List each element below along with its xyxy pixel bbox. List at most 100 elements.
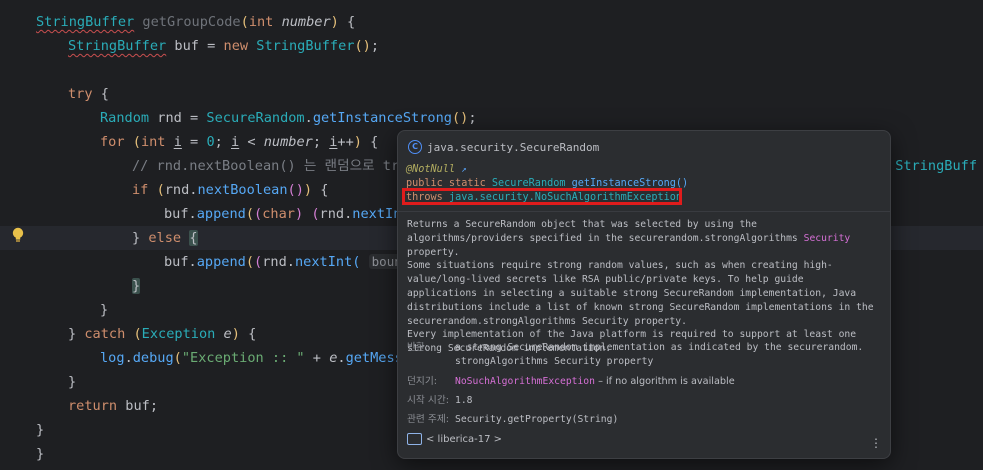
code-token: int [248,14,274,30]
code-token: ; [214,134,231,150]
code-token: number [263,134,313,150]
code-token: } [132,230,149,246]
code-token: getInstanceStrong [312,110,452,126]
code-token: char [262,206,295,222]
jdk-indicator[interactable]: < liberica-17 > [407,433,502,445]
code-token: ( [254,206,263,222]
code-token: rnd. [164,182,198,198]
code-token: i [231,134,240,150]
code-token: ( [132,134,141,150]
code-token: . [304,110,313,126]
doc-paragraph-1: Returns a SecureRandom object that was s… [407,219,851,258]
since-value: 1.8 [455,395,473,406]
code-token: new [223,38,249,54]
code-line[interactable] [0,58,36,82]
code-token: + [304,350,330,366]
code-token: rnd. [262,254,295,270]
code-token: Random [100,110,150,126]
code-line[interactable]: StringBuffer buf = new StringBuffer(); [0,34,379,58]
code-token: ; [312,134,330,150]
code-line[interactable]: StringBuffer getGroupCode(int number) { [0,10,355,34]
code-line[interactable]: buf.append((rnd.nextInt( boun [0,250,405,274]
code-line[interactable]: // rnd.nextBoolean() 는 랜덤으로 tru [0,154,407,178]
external-link-icon[interactable]: ↗ [461,165,466,175]
code-line[interactable]: } else { [0,226,198,250]
code-line[interactable]: try { [0,82,109,106]
code-line[interactable]: } catch (Exception e) { [0,322,256,346]
code-token: = [181,134,207,150]
code-token: } [36,422,45,438]
code-token: } [36,446,45,462]
code-token: return [68,398,118,414]
code-token: SecureRandom [206,110,305,126]
more-options-icon[interactable]: ⋮ [870,437,882,449]
class-icon: C [408,140,422,154]
code-token: if [132,182,149,198]
code-token: { [312,182,329,198]
throws-value: NoSuchAlgorithmException – if no algorit… [455,376,735,387]
security-link[interactable]: Security [804,233,851,244]
code-token: i [173,134,182,150]
code-token: { [338,14,356,30]
code-token: () [354,38,371,54]
code-line[interactable]: } [0,442,44,466]
quick-documentation-popup[interactable]: C java.security.SecureRandom @NotNull ↗ … [397,130,891,459]
code-line[interactable]: for (int i = 0; i < number; i++) { [0,130,378,154]
code-token: ( [254,254,263,270]
code-token: ( [240,14,249,30]
code-token: buf; [117,398,159,414]
code-token: () [287,182,304,198]
code-token: e [223,326,232,342]
code-token: StringBuffer [256,38,355,54]
returns-label: 반환: [407,342,429,353]
code-line[interactable]: } [0,370,76,394]
code-token: . [337,350,346,366]
code-line[interactable]: if (rnd.nextBoolean()) { [0,178,328,202]
code-token: rnd. [319,206,353,222]
code-line[interactable]: Random rnd = SecureRandom.getInstanceStr… [0,106,477,130]
throws-label: 던지기: [407,376,438,387]
lightbulb-icon[interactable] [10,226,26,244]
code-line[interactable]: log.debug("Exception :: " + e.getMess [0,346,403,370]
overflow-code-fragment: StringBuff [895,158,978,174]
code-token: debug [132,350,174,366]
doc-paragraph-2: Some situations require strong random va… [407,260,874,327]
code-token: getGroupCode [142,14,241,30]
returns-value-2: strongAlgorithms Security property [455,356,654,367]
code-line[interactable]: buf.append((char) (rnd.nextIn [0,202,401,226]
code-token: < [239,134,264,150]
code-token: ) [353,134,362,150]
code-token: StringBuffer [68,38,167,54]
popup-class-name: java.security.SecureRandom [427,140,600,154]
code-line[interactable]: } [0,298,108,322]
code-token: ( [133,326,142,342]
code-token: else [148,230,182,246]
code-token: log [100,350,125,366]
code-token: buf. [164,254,197,270]
exception-link[interactable]: NoSuchAlgorithmException [455,376,595,387]
popup-divider [398,211,890,212]
code-token: catch [84,326,126,342]
since-label: 시작 시간: [407,395,449,406]
code-line[interactable]: return buf; [0,394,158,418]
code-line[interactable]: } [0,418,44,442]
code-token: { [239,326,257,342]
jdk-label: < liberica-17 > [426,433,503,445]
code-token: ; [468,110,477,126]
folder-icon [407,433,422,445]
code-token: for [100,134,125,150]
code-token: int [140,134,166,150]
popup-header: C java.security.SecureRandom [408,137,599,157]
code-token: ( [245,254,255,270]
code-line[interactable]: } [0,274,141,298]
code-token: nextIn [352,206,402,222]
code-token: } [100,302,109,318]
code-token: nextInt [294,254,353,270]
code-token: ( [245,206,255,222]
code-token: ( [173,350,182,366]
see-also-link[interactable]: Security.getProperty(String) [455,413,618,427]
